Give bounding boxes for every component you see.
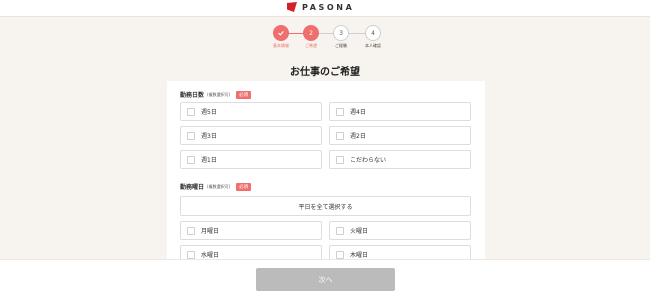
section-label: 勤務日数	[180, 92, 205, 99]
select-all-weekdays-button[interactable]: 平日を全て選択する	[180, 196, 471, 216]
header: PASONA	[0, 0, 650, 17]
check-icon	[273, 25, 289, 41]
option-label: 火曜日	[350, 228, 369, 235]
pasona-logo-icon	[287, 2, 297, 12]
weekdays-section-header: 勤務曜日 (複数選択可) 必須	[180, 182, 252, 191]
step-experience: 3 ご経験	[324, 25, 358, 49]
pasona-logo[interactable]: PASONA	[287, 2, 354, 12]
option-label: こだわらない	[350, 157, 387, 164]
footer-bar: 次へ	[0, 259, 650, 298]
step-label: 基本情報	[273, 43, 289, 48]
brand-name: PASONA	[302, 2, 355, 12]
option-days-any[interactable]: こだわらない	[329, 150, 471, 169]
option-tuesday[interactable]: 火曜日	[329, 221, 471, 240]
step-number: 2	[303, 25, 319, 41]
required-badge: 必須	[236, 90, 252, 99]
option-days-2[interactable]: 週2日	[329, 126, 471, 145]
section-note: (複数選択可)	[207, 183, 231, 189]
option-label: 水曜日	[201, 252, 220, 259]
checkbox[interactable]	[336, 155, 344, 164]
days-section-header: 勤務日数 (複数選択可) 必須	[180, 90, 252, 99]
option-days-4[interactable]: 週4日	[329, 102, 471, 121]
next-button[interactable]: 次へ	[256, 268, 395, 291]
step-label: ご希望	[305, 43, 317, 48]
step-identity: 4 本人確認	[356, 25, 390, 49]
checkbox[interactable]	[336, 131, 344, 140]
step-basic-info: 基本情報	[264, 25, 298, 49]
option-monday[interactable]: 月曜日	[180, 221, 322, 240]
form-card: 勤務日数 (複数選択可) 必須 週5日 週4日 週3日 週2日 週1日 こだわら…	[167, 81, 485, 261]
required-badge: 必須	[236, 182, 252, 191]
section-note: (複数選択可)	[207, 91, 231, 97]
step-label: ご経験	[335, 43, 347, 48]
checkbox[interactable]	[187, 107, 195, 116]
checkbox[interactable]	[336, 250, 344, 259]
checkbox[interactable]	[187, 250, 195, 259]
option-days-1[interactable]: 週1日	[180, 150, 322, 169]
option-label: 木曜日	[350, 252, 369, 259]
step-number: 4	[365, 25, 381, 41]
option-label: 週5日	[201, 109, 217, 116]
checkbox[interactable]	[336, 226, 344, 235]
option-days-3[interactable]: 週3日	[180, 126, 322, 145]
section-label: 勤務曜日	[180, 184, 205, 191]
step-number: 3	[333, 25, 349, 41]
option-label: 月曜日	[201, 228, 220, 235]
step-preferences: 2 ご希望	[294, 25, 328, 49]
option-label: 週2日	[350, 133, 366, 140]
checkbox[interactable]	[187, 226, 195, 235]
checkbox[interactable]	[336, 107, 344, 116]
checkbox[interactable]	[187, 131, 195, 140]
checkbox[interactable]	[187, 155, 195, 164]
progress-stepper: 基本情報 2 ご希望 3 ご経験 4 本人確認	[264, 25, 394, 55]
option-label: 週1日	[201, 157, 217, 164]
page-title: お仕事のご希望	[290, 67, 360, 78]
step-label: 本人確認	[365, 43, 381, 48]
option-label: 週4日	[350, 109, 366, 116]
option-label: 週3日	[201, 133, 217, 140]
option-days-5[interactable]: 週5日	[180, 102, 322, 121]
